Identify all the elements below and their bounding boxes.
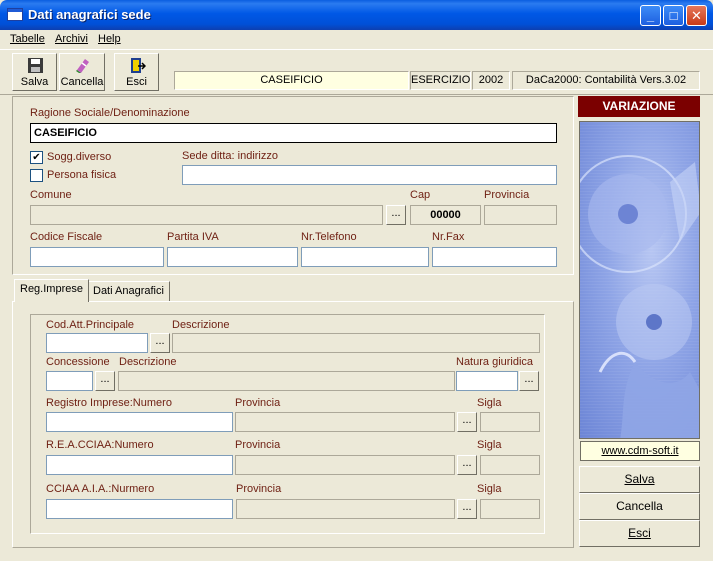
concessione-input[interactable] (46, 371, 93, 391)
cod-att-label: Cod.Att.Principale (46, 319, 135, 331)
maximize-icon: □ (669, 8, 678, 23)
natura-giuridica-lookup-button[interactable]: ... (519, 371, 539, 391)
cap-label: Cap (410, 189, 431, 201)
title-bar[interactable]: Dati anagrafici sede _ □ ✕ (0, 0, 713, 30)
checkmark-icon: ✔ (32, 152, 41, 163)
menu-bar: Tabelle Archivi Help (0, 30, 713, 49)
cciaa-sigla-label: Sigla (477, 483, 502, 495)
registro-provincia-input (235, 412, 455, 432)
rea-sigla-input (480, 455, 540, 475)
fax-label: Nr.Fax (432, 231, 465, 243)
cod-att-lookup-button[interactable]: ... (150, 333, 170, 353)
tab-reg-imprese[interactable]: Reg.Imprese (14, 279, 89, 302)
cod-att-descrizione (172, 333, 540, 353)
menu-help[interactable]: Help (98, 33, 121, 45)
window-icon (7, 8, 23, 21)
codice-fiscale-label: Codice Fiscale (30, 231, 103, 243)
rea-input[interactable] (46, 455, 233, 475)
partita-iva-input[interactable] (167, 247, 298, 267)
comune-label: Comune (30, 189, 72, 201)
rea-provincia-input (235, 455, 455, 475)
registro-imprese-input[interactable] (46, 412, 233, 432)
exit-button-label: Esci (628, 526, 651, 540)
floppy-disk-icon (27, 58, 43, 73)
persona-fisica-label: Persona fisica (47, 169, 117, 181)
eraser-icon (76, 59, 89, 73)
sede-indirizzo-input[interactable] (182, 165, 557, 185)
esercizio-label: ESERCIZIO (410, 71, 471, 90)
registro-imprese-label: Registro Imprese:Numero (46, 397, 172, 409)
concessione-descrizione (118, 371, 455, 391)
rea-provincia-label: Provincia (235, 439, 281, 451)
website-link[interactable]: www.cdm-soft.it (580, 441, 700, 461)
toolbar-exit-label: Esci (126, 76, 147, 88)
partita-iva-label: Partita IVA (167, 231, 219, 243)
provincia-label: Provincia (484, 189, 530, 201)
save-button[interactable]: Salva (579, 466, 700, 493)
menu-archivi[interactable]: Archivi (55, 33, 88, 45)
rea-label: R.E.A.CCIAA:Numero (46, 439, 154, 451)
exit-button[interactable]: Esci (579, 520, 700, 547)
sogg-diverso-label: Sogg.diverso (47, 151, 112, 163)
cciaa-provincia-lookup-button[interactable]: ... (457, 499, 477, 519)
concessione-label: Concessione (46, 356, 110, 368)
toolbar-cancel-button[interactable]: Cancella (59, 53, 105, 91)
descrizione-label-1: Descrizione (172, 319, 230, 331)
esercizio-year: 2002 (472, 71, 510, 90)
comune-input[interactable] (30, 205, 383, 225)
natura-giuridica-label: Natura giuridica (456, 356, 534, 368)
toolbar-save-button[interactable]: Salva (12, 53, 57, 91)
descrizione-label-2: Descrizione (119, 356, 177, 368)
cciaa-provincia-label: Provincia (236, 483, 282, 495)
tab-dati-anagrafici[interactable]: Dati Anagrafici (87, 281, 170, 302)
cciaa-input[interactable] (46, 499, 233, 519)
registro-provincia-lookup-button[interactable]: ... (457, 412, 477, 432)
close-icon: ✕ (691, 8, 702, 23)
cciaa-sigla-input (480, 499, 540, 519)
cd-hand-logo-icon (580, 155, 699, 438)
maximize-button[interactable]: □ (663, 5, 684, 26)
rea-provincia-lookup-button[interactable]: ... (457, 455, 477, 475)
telefono-input[interactable] (301, 247, 429, 267)
window-title: Dati anagrafici sede (28, 7, 151, 22)
cciaa-label: CCIAA A.I.A.:Nurmero (46, 483, 155, 495)
minimize-button[interactable]: _ (640, 5, 661, 26)
fax-input[interactable] (432, 247, 557, 267)
cancel-button[interactable]: Cancella (579, 493, 700, 520)
natura-giuridica-input[interactable] (456, 371, 518, 391)
toolbar-exit-button[interactable]: Esci (114, 53, 159, 91)
cod-att-input[interactable] (46, 333, 148, 353)
exit-door-icon (130, 58, 146, 73)
cap-input[interactable]: 00000 (410, 205, 481, 225)
company-name-display: CASEIFICIO (174, 71, 409, 90)
telefono-label: Nr.Telefono (301, 231, 357, 243)
ragione-sociale-label: Ragione Sociale/Denominazione (30, 107, 190, 119)
mode-status-banner: VARIAZIONE (578, 96, 700, 117)
rea-sigla-label: Sigla (477, 439, 502, 451)
concessione-lookup-button[interactable]: ... (95, 371, 115, 391)
close-button[interactable]: ✕ (686, 5, 707, 26)
toolbar-cancel-label: Cancella (60, 76, 104, 88)
codice-fiscale-input[interactable] (30, 247, 164, 267)
version-display: DaCa2000: Contabilità Vers.3.02 (512, 71, 700, 90)
comune-lookup-button[interactable]: ... (386, 205, 406, 225)
registro-provincia-label: Provincia (235, 397, 281, 409)
menu-tabelle[interactable]: Tabelle (10, 33, 45, 45)
cciaa-provincia-input (236, 499, 455, 519)
save-button-label: Salva (624, 472, 655, 486)
cancel-button-label: Cancella (616, 499, 663, 513)
sede-indirizzo-label: Sede ditta: indirizzo (182, 150, 278, 162)
ragione-sociale-input[interactable]: CASEIFICIO (30, 123, 557, 143)
registro-sigla-label: Sigla (477, 397, 502, 409)
minimize-icon: _ (646, 8, 655, 23)
logo-panel (579, 121, 700, 439)
registro-sigla-input (480, 412, 540, 432)
provincia-input[interactable] (484, 205, 557, 225)
toolbar-save-label: Salva (20, 76, 49, 88)
persona-fisica-checkbox[interactable] (30, 169, 43, 182)
sogg-diverso-checkbox[interactable]: ✔ (30, 151, 43, 164)
